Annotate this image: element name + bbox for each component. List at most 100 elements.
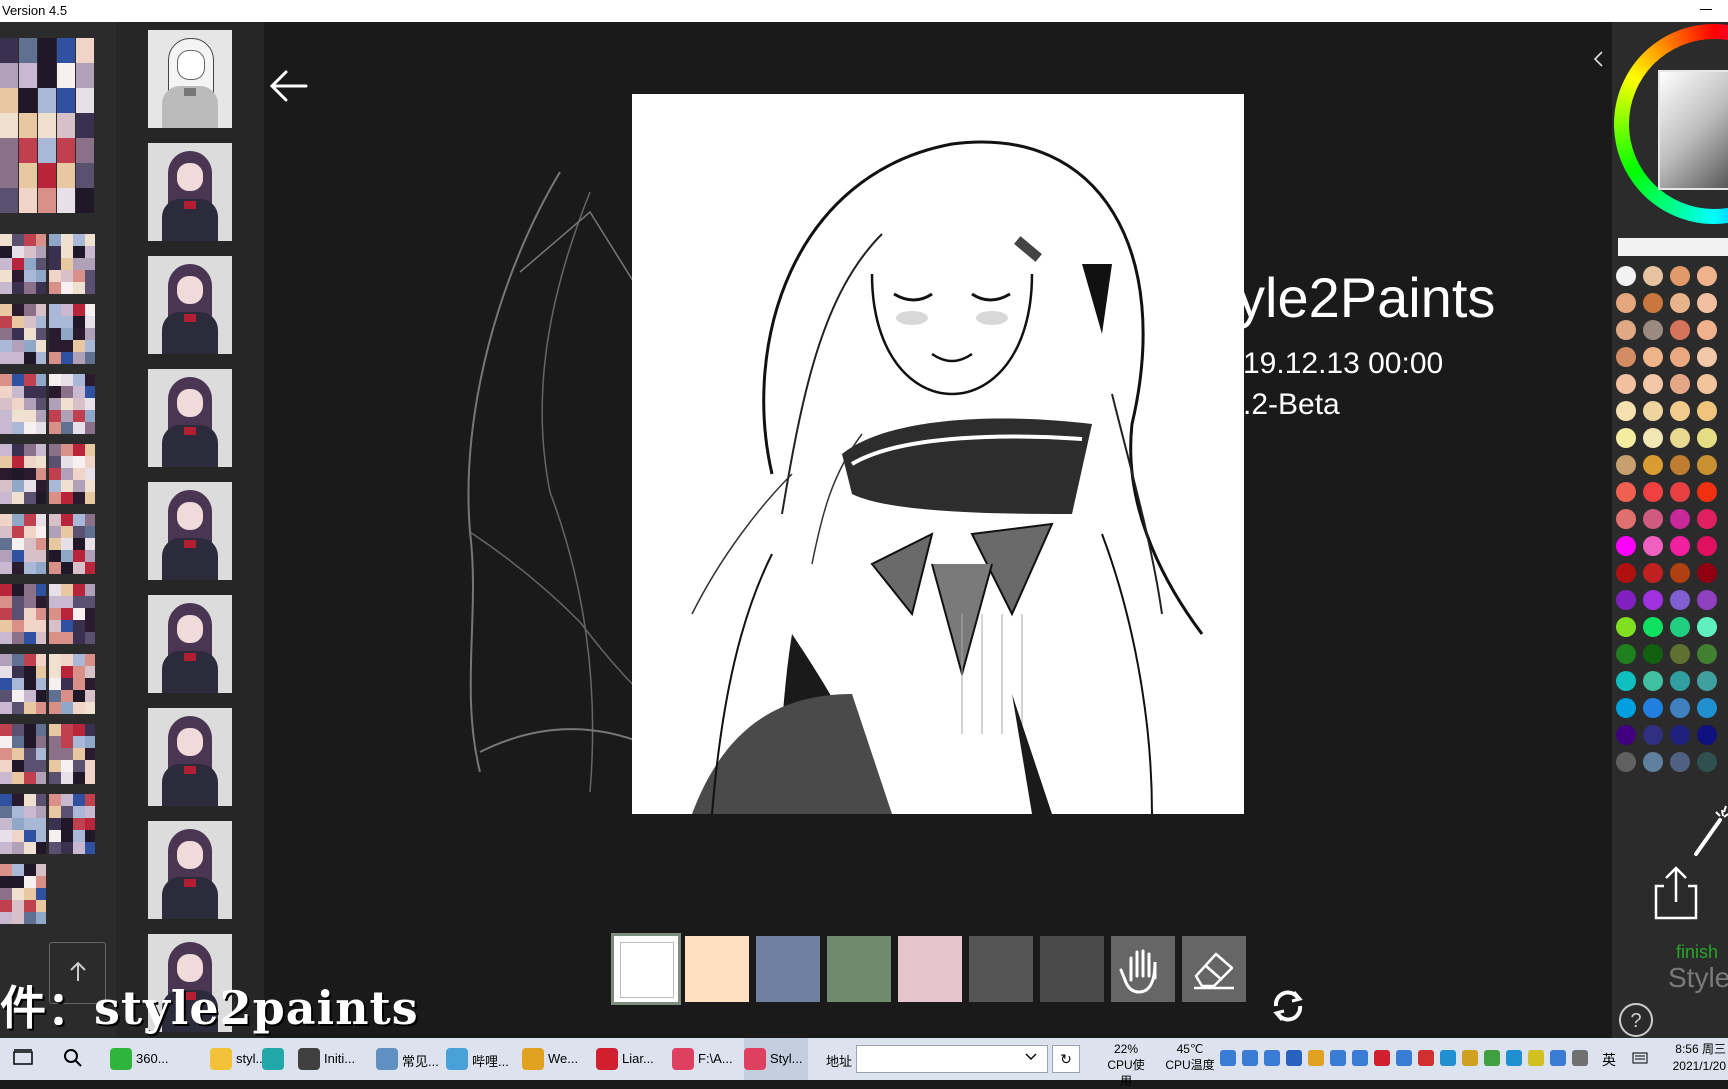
taskbar-app[interactable]: styl...: [210, 1038, 266, 1080]
color-swatch[interactable]: [1616, 536, 1636, 556]
saturation-value-picker[interactable]: [1658, 70, 1728, 190]
reference-palette-thumb[interactable]: [49, 794, 95, 854]
tray-icon[interactable]: [1264, 1050, 1280, 1066]
address-refresh-button[interactable]: ↻: [1052, 1045, 1080, 1073]
color-swatch[interactable]: [1643, 536, 1663, 556]
taskbar-app[interactable]: Liar...: [596, 1038, 668, 1080]
color-swatch[interactable]: [1616, 644, 1636, 664]
magic-wand-icon[interactable]: [1690, 802, 1728, 858]
share-icon[interactable]: [1650, 862, 1702, 922]
color-swatch[interactable]: [1670, 455, 1690, 475]
hint-color-chip[interactable]: [611, 933, 681, 1005]
color-swatch[interactable]: [1670, 320, 1690, 340]
tray-icon[interactable]: [1308, 1050, 1324, 1066]
color-value-field[interactable]: [1618, 238, 1728, 256]
color-swatch[interactable]: [1697, 347, 1717, 367]
arrow-left-icon[interactable]: [264, 62, 312, 110]
tray-icon[interactable]: [1352, 1050, 1368, 1066]
tray-icon[interactable]: [1484, 1050, 1500, 1066]
tray-icon[interactable]: [1330, 1050, 1346, 1066]
color-swatch[interactable]: [1643, 428, 1663, 448]
color-swatch[interactable]: [1670, 293, 1690, 313]
reference-palette-large[interactable]: [0, 38, 96, 213]
reference-palette-thumb[interactable]: [49, 304, 95, 364]
tray-icon[interactable]: [1418, 1050, 1434, 1066]
tray-icon[interactable]: [1220, 1050, 1236, 1066]
color-swatch[interactable]: [1643, 590, 1663, 610]
color-swatch[interactable]: [1643, 347, 1663, 367]
chevron-left-icon[interactable]: [1592, 50, 1606, 68]
hint-color-chip[interactable]: [827, 936, 891, 1002]
reference-palette-thumb[interactable]: [0, 654, 46, 714]
color-swatch[interactable]: [1697, 563, 1717, 583]
reference-palette-thumb[interactable]: [49, 374, 95, 434]
search-icon[interactable]: [62, 1047, 84, 1069]
color-swatch[interactable]: [1616, 590, 1636, 610]
tray-icon[interactable]: [1462, 1050, 1478, 1066]
tray-icon[interactable]: [1572, 1050, 1588, 1066]
help-icon[interactable]: ?: [1618, 1002, 1654, 1038]
color-swatch[interactable]: [1616, 482, 1636, 502]
color-swatch[interactable]: [1643, 482, 1663, 502]
reference-palette-thumb[interactable]: [0, 234, 46, 294]
reference-palette-thumb[interactable]: [0, 444, 46, 504]
color-swatch[interactable]: [1670, 752, 1690, 772]
color-swatch[interactable]: [1670, 401, 1690, 421]
keyboard-icon[interactable]: [1632, 1050, 1648, 1066]
color-swatch[interactable]: [1697, 455, 1717, 475]
tray-icon[interactable]: [1242, 1050, 1258, 1066]
reference-palette-thumb[interactable]: [0, 304, 46, 364]
clock[interactable]: 8:56 周三 2021/1/20: [1668, 1041, 1726, 1075]
taskbar-app[interactable]: 360...: [110, 1038, 206, 1080]
reference-palette-thumb[interactable]: [49, 724, 95, 784]
reference-palette-thumb[interactable]: [49, 584, 95, 644]
taskbar-app[interactable]: 常见...: [376, 1038, 442, 1080]
color-swatch[interactable]: [1697, 401, 1717, 421]
color-swatch[interactable]: [1643, 617, 1663, 637]
reference-palette-thumb[interactable]: [0, 864, 46, 924]
reference-palette-thumb[interactable]: [0, 794, 46, 854]
color-swatch[interactable]: [1616, 509, 1636, 529]
color-swatch[interactable]: [1616, 725, 1636, 745]
color-swatch[interactable]: [1697, 752, 1717, 772]
color-swatch[interactable]: [1643, 644, 1663, 664]
color-swatch[interactable]: [1643, 752, 1663, 772]
taskbar-app[interactable]: [262, 1038, 294, 1080]
color-swatch[interactable]: [1670, 509, 1690, 529]
tray-icon[interactable]: [1286, 1050, 1302, 1066]
color-swatch[interactable]: [1670, 347, 1690, 367]
color-swatch[interactable]: [1670, 644, 1690, 664]
color-swatch[interactable]: [1616, 347, 1636, 367]
history-thumbnail[interactable]: [148, 369, 232, 467]
reference-palette-thumb[interactable]: [0, 724, 46, 784]
color-swatch[interactable]: [1697, 320, 1717, 340]
hand-tool-button[interactable]: [1111, 936, 1175, 1002]
hint-color-chip[interactable]: [898, 936, 962, 1002]
history-thumbnail[interactable]: [148, 30, 232, 128]
reference-palette-thumb[interactable]: [49, 234, 95, 294]
color-swatch[interactable]: [1697, 725, 1717, 745]
eraser-tool-button[interactable]: [1182, 936, 1246, 1002]
color-swatch[interactable]: [1616, 428, 1636, 448]
color-swatch[interactable]: [1670, 698, 1690, 718]
tray-icon[interactable]: [1550, 1050, 1566, 1066]
color-swatch[interactable]: [1697, 644, 1717, 664]
color-swatch[interactable]: [1697, 698, 1717, 718]
color-swatch[interactable]: [1643, 455, 1663, 475]
history-thumbnail[interactable]: [148, 821, 232, 919]
color-swatch[interactable]: [1670, 266, 1690, 286]
color-swatch[interactable]: [1643, 698, 1663, 718]
tray-icon[interactable]: [1396, 1050, 1412, 1066]
hint-color-chip[interactable]: [1040, 936, 1104, 1002]
color-swatch[interactable]: [1697, 266, 1717, 286]
reference-palette-thumb[interactable]: [0, 374, 46, 434]
color-swatch[interactable]: [1616, 293, 1636, 313]
color-swatch[interactable]: [1697, 617, 1717, 637]
color-swatch[interactable]: [1670, 617, 1690, 637]
color-swatch[interactable]: [1643, 266, 1663, 286]
color-swatch[interactable]: [1697, 293, 1717, 313]
color-swatch[interactable]: [1643, 725, 1663, 745]
color-swatch[interactable]: [1697, 590, 1717, 610]
color-swatch[interactable]: [1670, 374, 1690, 394]
color-swatch[interactable]: [1616, 455, 1636, 475]
